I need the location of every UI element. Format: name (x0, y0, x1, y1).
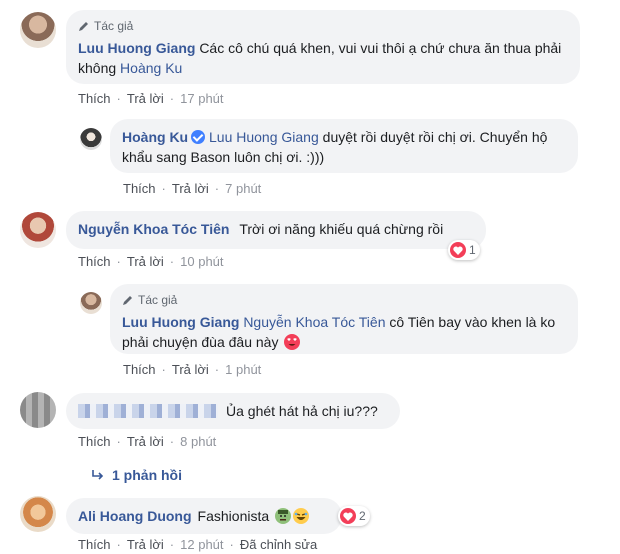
separator: · (169, 433, 175, 449)
separator: · (116, 433, 121, 449)
separator: · (116, 536, 121, 552)
commenter-name[interactable]: Nguyễn Khoa Tóc Tiên (78, 221, 229, 237)
separator: · (169, 536, 175, 552)
verified-badge-icon (191, 130, 206, 144)
author-badge: Tác giả (78, 18, 568, 34)
comment-bubble: Hoàng Ku Luu Huong Giang duyệt rồi duyệt… (110, 119, 578, 173)
edited-label[interactable]: Đã chỉnh sửa (240, 537, 317, 552)
avatar[interactable] (80, 292, 102, 314)
reaction-count: 2 (359, 509, 366, 523)
separator: · (161, 361, 166, 377)
separator: · (169, 90, 175, 106)
heart-eyes-emoji-icon (284, 334, 301, 350)
commenter-name[interactable]: Luu Huong Giang (122, 314, 239, 330)
avatar[interactable] (20, 212, 56, 248)
separator: · (161, 180, 166, 196)
zombie-emoji-icon (275, 508, 292, 524)
comment-actions: Thích · Trả lời · 7 phút (123, 179, 261, 197)
mention-link[interactable]: Luu Huong Giang (209, 129, 319, 145)
timestamp[interactable]: 12 phút (180, 537, 223, 552)
comment-text: Ủa ghét hát hả chị iu??? (226, 403, 378, 419)
like-button[interactable]: Thích (123, 181, 156, 196)
separator: · (116, 253, 121, 269)
reply-button[interactable]: Trả lời (172, 181, 209, 196)
reaction-summary[interactable]: 1 (448, 240, 480, 260)
love-reaction-icon (450, 242, 466, 258)
reply-button[interactable]: Trả lời (127, 537, 164, 552)
comment-actions: Thích · Trả lời · 1 phút (123, 360, 261, 378)
avatar[interactable] (80, 128, 102, 150)
commenter-name[interactable]: Luu Huong Giang (78, 40, 195, 56)
pencil-icon (78, 20, 90, 32)
like-button[interactable]: Thích (78, 434, 111, 449)
like-button[interactable]: Thích (123, 362, 156, 377)
reaction-count: 1 (469, 243, 476, 257)
comment-bubble: Nguyễn Khoa Tóc Tiên Trời ơi năng khiếu … (66, 211, 486, 249)
comment-actions: Thích · Trả lời · 10 phút (78, 252, 224, 270)
comment-bubble: Tác giả Luu Huong Giang Các cô chú quá k… (66, 10, 580, 84)
mention-link[interactable]: Hoàng Ku (120, 60, 182, 76)
reaction-summary[interactable]: 2 (338, 506, 370, 526)
pencil-icon (122, 294, 134, 306)
comment-bubble: Ủa ghét hát hả chị iu??? (66, 393, 400, 429)
like-button[interactable]: Thích (78, 91, 111, 106)
timestamp[interactable]: 10 phút (180, 254, 223, 269)
commenter-name[interactable]: Hoàng Ku (122, 129, 188, 145)
separator: · (214, 361, 220, 377)
comment-actions: Thích · Trả lời · 8 phút (78, 432, 216, 450)
author-badge: Tác giả (122, 292, 566, 308)
reply-button[interactable]: Trả lời (127, 254, 164, 269)
author-tag-label: Tác giả (138, 293, 178, 307)
blurred-name (78, 404, 218, 418)
reply-button[interactable]: Trả lời (172, 362, 209, 377)
comment-actions: Thích · Trả lời · 17 phút (78, 89, 224, 107)
comment-bubble: Ali Hoang Duong Fashionista (66, 498, 342, 534)
laughing-emoji-icon (293, 508, 310, 524)
author-tag-label: Tác giả (94, 19, 134, 33)
separator: · (169, 253, 175, 269)
like-button[interactable]: Thích (78, 254, 111, 269)
timestamp[interactable]: 7 phút (225, 181, 261, 196)
separator: · (229, 536, 234, 552)
separator: · (116, 90, 121, 106)
comment-text: Fashionista (197, 508, 270, 524)
comment-actions: Thích · Trả lời · 12 phút · Đã chỉnh sửa (78, 535, 317, 553)
timestamp[interactable]: 1 phút (225, 362, 261, 377)
timestamp[interactable]: 8 phút (180, 434, 216, 449)
reply-arrow-icon (92, 467, 104, 483)
avatar[interactable] (20, 392, 56, 428)
replies-count-label: 1 phản hồi (112, 467, 182, 483)
commenter-name[interactable]: Ali Hoang Duong (78, 506, 192, 526)
like-button[interactable]: Thích (78, 537, 111, 552)
reply-button[interactable]: Trả lời (127, 91, 164, 106)
view-replies-link[interactable]: 1 phản hồi (92, 466, 182, 484)
avatar[interactable] (20, 496, 56, 532)
avatar[interactable] (20, 12, 56, 48)
mention-link[interactable]: Nguyễn Khoa Tóc Tiên (243, 314, 385, 330)
timestamp[interactable]: 17 phút (180, 91, 223, 106)
love-reaction-icon (340, 508, 356, 524)
comment-text: Trời ơi năng khiếu quá chừng rồi (239, 221, 444, 237)
reply-button[interactable]: Trả lời (127, 434, 164, 449)
separator: · (214, 180, 220, 196)
comment-bubble: Tác giả Luu Huong Giang Nguyễn Khoa Tóc … (110, 284, 578, 354)
